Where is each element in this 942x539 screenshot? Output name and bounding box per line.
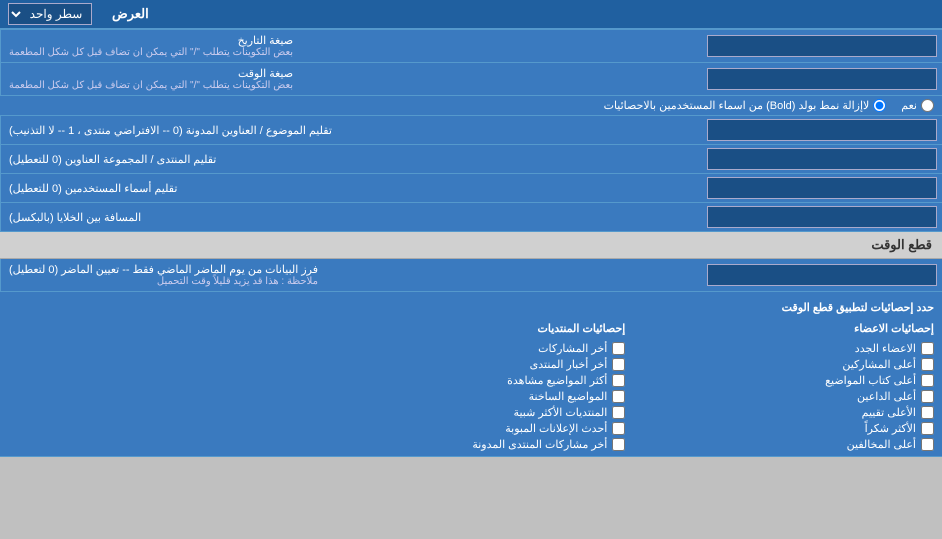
stats-members-item-1: الاعضاء الجدد	[625, 342, 934, 355]
bold-row: نعم لا إزالة نمط بولد (Bold) من اسماء ال…	[0, 96, 942, 116]
stats-forums-cb-2[interactable]	[612, 358, 625, 371]
stats-forums-cb-3[interactable]	[612, 374, 625, 387]
stats-members-cb-3[interactable]	[921, 374, 934, 387]
stats-forums-cb-1[interactable]	[612, 342, 625, 355]
stats-members-cb-6[interactable]	[921, 422, 934, 435]
usernames-input[interactable]: 0	[707, 177, 937, 199]
time-cut-input-cell: 0	[702, 259, 942, 291]
usernames-input-cell: 0	[702, 174, 942, 202]
bold-label: إزالة نمط بولد (Bold) من اسماء المستخدمي…	[8, 99, 863, 112]
cell-space-row: 2 المسافة بين الخلايا (بالبكسل)	[0, 203, 942, 232]
stats-members-cb-5[interactable]	[921, 406, 934, 419]
time-format-input[interactable]: H:i	[707, 68, 937, 90]
forum-group-input[interactable]: 33	[707, 148, 937, 170]
date-format-label: صيغة التاريخ بعض التكوينات يتطلب "/" الت…	[0, 30, 702, 62]
header-row: العرض سطر واحد سطرين ثلاثة أسطر	[0, 0, 942, 30]
time-cut-input[interactable]: 0	[707, 264, 937, 286]
date-format-row: d-m صيغة التاريخ بعض التكوينات يتطلب "/"…	[0, 30, 942, 63]
stats-section-title: حدد إحصائيات لتطبيق قطع الوقت	[8, 297, 934, 318]
stats-members-item-2: أعلى المشاركين	[625, 358, 934, 371]
display-dropdown[interactable]: سطر واحد سطرين ثلاثة أسطر	[8, 3, 92, 25]
time-format-input-cell: H:i	[702, 63, 942, 95]
bold-no-label[interactable]: لا	[863, 99, 886, 112]
page-title: العرض	[112, 6, 149, 22]
date-format-input-cell: d-m	[702, 30, 942, 62]
stats-members-cb-7[interactable]	[921, 438, 934, 451]
stats-members-cb-4[interactable]	[921, 390, 934, 403]
stats-columns: إحصائيات الاعضاء الاعضاء الجدد أعلى المش…	[8, 318, 934, 451]
cell-space-input-cell: 2	[702, 203, 942, 231]
forum-topics-input[interactable]: 33	[707, 119, 937, 141]
stats-members-item-6: الأكثر شكراً	[625, 422, 934, 435]
cell-space-input[interactable]: 2	[707, 206, 937, 228]
forum-group-row: 33 تقليم المنتدى / المجموعة العناوين (0 …	[0, 145, 942, 174]
bold-yes-label[interactable]: نعم	[901, 99, 934, 112]
stats-forums-cb-5[interactable]	[612, 406, 625, 419]
stats-forums-item-2: أخر أخبار المنتدى	[317, 358, 626, 371]
bold-yes-radio[interactable]	[921, 99, 934, 112]
stats-forums-col: إحصائيات المنتديات أخر المشاركات أخر أخب…	[317, 318, 626, 451]
stats-members-item-4: أعلى الداعين	[625, 390, 934, 403]
stats-members-cb-1[interactable]	[921, 342, 934, 355]
time-format-row: H:i صيغة الوقت بعض التكوينات يتطلب "/" ا…	[0, 63, 942, 96]
stats-forums-cb-4[interactable]	[612, 390, 625, 403]
stats-forums-cb-6[interactable]	[612, 422, 625, 435]
time-cut-section-header: قطع الوقت	[0, 232, 942, 259]
forum-topics-label: تقليم الموضوع / العناوين المدونة (0 -- ا…	[0, 116, 702, 144]
forum-topics-input-cell: 33	[702, 116, 942, 144]
usernames-row: 0 تقليم أسماء المستخدمين (0 للتعطيل)	[0, 174, 942, 203]
main-container: العرض سطر واحد سطرين ثلاثة أسطر d-m صيغة…	[0, 0, 942, 457]
stats-forums-item-3: أكثر المواضيع مشاهدة	[317, 374, 626, 387]
stats-members-col-title: إحصائيات الاعضاء	[625, 318, 934, 339]
bold-no-radio[interactable]	[873, 99, 886, 112]
usernames-label: تقليم أسماء المستخدمين (0 للتعطيل)	[0, 174, 702, 202]
stats-members-col: إحصائيات الاعضاء الاعضاء الجدد أعلى المش…	[625, 318, 934, 451]
forum-topics-row: 33 تقليم الموضوع / العناوين المدونة (0 -…	[0, 116, 942, 145]
forum-group-label: تقليم المنتدى / المجموعة العناوين (0 للت…	[0, 145, 702, 173]
stats-members-item-7: أعلى المخالفين	[625, 438, 934, 451]
stats-forums-col-title: إحصائيات المنتديات	[317, 318, 626, 339]
stats-label-col	[8, 318, 317, 451]
stats-forums-cb-7[interactable]	[612, 438, 625, 451]
stats-members-cb-2[interactable]	[921, 358, 934, 371]
stats-section: حدد إحصائيات لتطبيق قطع الوقت إحصائيات ا…	[0, 292, 942, 457]
stats-forums-item-5: المنتديات الأكثر شبية	[317, 406, 626, 419]
date-format-input[interactable]: d-m	[707, 35, 937, 57]
stats-forums-item-1: أخر المشاركات	[317, 342, 626, 355]
time-cut-label: فرز البيانات من يوم الماضر الماضي فقط --…	[0, 259, 702, 291]
cell-space-label: المسافة بين الخلايا (بالبكسل)	[0, 203, 702, 231]
stats-forums-item-4: المواضيع الساخنة	[317, 390, 626, 403]
stats-forums-item-7: أخر مشاركات المنتدى المدونة	[317, 438, 626, 451]
time-cut-row: 0 فرز البيانات من يوم الماضر الماضي فقط …	[0, 259, 942, 292]
bold-radio-group: نعم لا	[863, 99, 934, 112]
stats-members-item-5: الأعلى تقييم	[625, 406, 934, 419]
stats-forums-item-6: أحدث الإعلانات المبوبة	[317, 422, 626, 435]
forum-group-input-cell: 33	[702, 145, 942, 173]
stats-members-item-3: أعلى كتاب المواضيع	[625, 374, 934, 387]
time-format-label: صيغة الوقت بعض التكوينات يتطلب "/" التي …	[0, 63, 702, 95]
